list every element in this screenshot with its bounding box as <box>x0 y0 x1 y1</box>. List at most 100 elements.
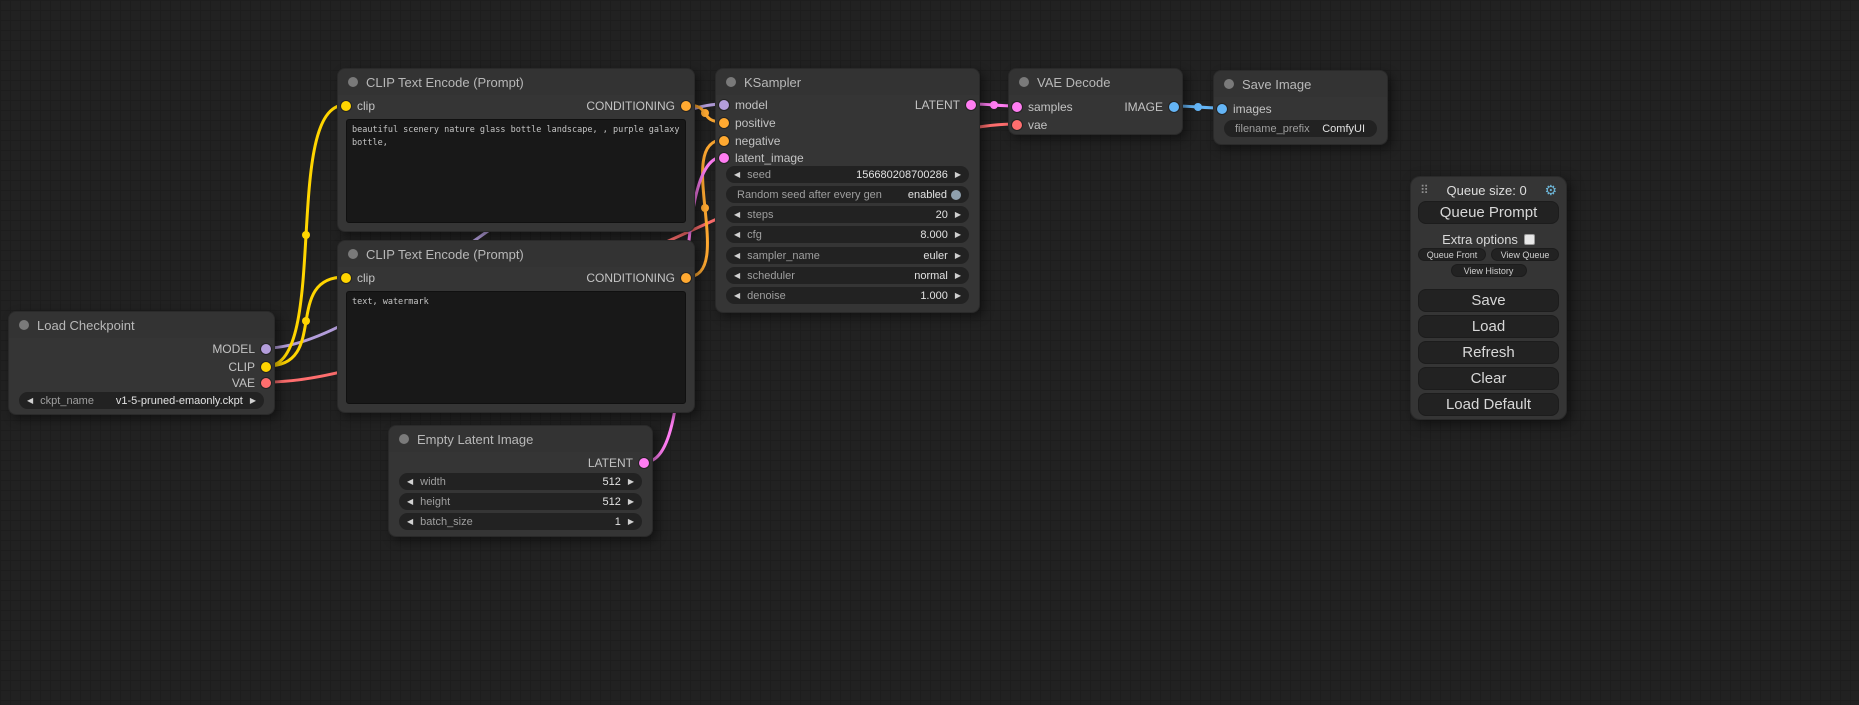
extra-options-label: Extra options <box>1442 232 1518 247</box>
collapse-dot-icon[interactable] <box>19 320 29 330</box>
decrement-arrow-icon[interactable]: ◀ <box>734 166 740 183</box>
widget-label: denoise <box>747 290 786 302</box>
decrement-arrow-icon[interactable]: ◀ <box>734 226 740 243</box>
node-title-bar[interactable]: Load Checkpoint <box>9 312 274 338</box>
view-history-button[interactable]: View History <box>1451 264 1527 277</box>
node-title-bar[interactable]: CLIP Text Encode (Prompt) <box>338 69 694 95</box>
latent-output-dot[interactable] <box>966 100 976 110</box>
positive-prompt-textarea[interactable]: beautiful scenery nature glass bottle la… <box>346 119 686 223</box>
decrement-arrow-icon[interactable]: ◀ <box>734 287 740 304</box>
decrement-arrow-icon[interactable]: ◀ <box>734 206 740 223</box>
decrement-arrow-icon[interactable]: ◀ <box>407 473 413 490</box>
latent-image-input-dot[interactable] <box>719 153 729 163</box>
node-empty-latent-image[interactable]: Empty Latent Image LATENT ◀ width 512 ▶ … <box>388 425 653 537</box>
latent-output-dot[interactable] <box>639 458 649 468</box>
widget-label: cfg <box>747 229 762 241</box>
collapse-dot-icon[interactable] <box>1019 77 1029 87</box>
queue-prompt-button[interactable]: Queue Prompt <box>1418 201 1559 224</box>
increment-arrow-icon[interactable]: ▶ <box>628 493 634 510</box>
scheduler-widget[interactable]: ◀ scheduler normal ▶ <box>726 267 969 284</box>
height-widget[interactable]: ◀ height 512 ▶ <box>399 493 642 510</box>
wire-clip-to-positive-prompt <box>267 105 345 366</box>
node-title-bar[interactable]: KSampler <box>716 69 979 95</box>
images-input-dot[interactable] <box>1217 104 1227 114</box>
increment-arrow-icon[interactable]: ▶ <box>955 226 961 243</box>
image-output-dot[interactable] <box>1169 102 1179 112</box>
random-seed-toggle-widget[interactable]: Random seed after every gen enabled <box>726 186 969 203</box>
load-button[interactable]: Load <box>1418 315 1559 338</box>
refresh-button[interactable]: Refresh <box>1418 341 1559 364</box>
increment-arrow-icon[interactable]: ▶ <box>628 473 634 490</box>
node-title-bar[interactable]: Save Image <box>1214 71 1387 97</box>
extra-options-checkbox[interactable] <box>1524 234 1535 245</box>
collapse-dot-icon[interactable] <box>348 249 358 259</box>
next-value-arrow-icon[interactable]: ▶ <box>955 267 961 284</box>
collapse-dot-icon[interactable] <box>399 434 409 444</box>
conditioning-output-dot[interactable] <box>681 273 691 283</box>
node-title: Load Checkpoint <box>37 318 135 333</box>
node-save-image[interactable]: Save Image images filename_prefix ComfyU… <box>1213 70 1388 145</box>
widget-label: seed <box>747 169 771 181</box>
positive-input-dot[interactable] <box>719 118 729 128</box>
model-output-dot[interactable] <box>261 344 271 354</box>
collapse-dot-icon[interactable] <box>1224 79 1234 89</box>
prev-value-arrow-icon[interactable]: ◀ <box>734 247 740 264</box>
slot-label-image: IMAGE <box>1124 100 1163 114</box>
view-queue-button[interactable]: View Queue <box>1491 248 1559 261</box>
batch-size-widget[interactable]: ◀ batch_size 1 ▶ <box>399 513 642 530</box>
vae-input-dot[interactable] <box>1012 120 1022 130</box>
next-value-arrow-icon[interactable]: ▶ <box>955 247 961 264</box>
widget-value: 8.000 <box>920 229 948 241</box>
node-title-bar[interactable]: VAE Decode <box>1009 69 1182 95</box>
input-slot-negative: negative <box>716 132 979 150</box>
widget-label: height <box>420 496 450 508</box>
sampler-name-widget[interactable]: ◀ sampler_name euler ▶ <box>726 247 969 264</box>
negative-input-dot[interactable] <box>719 136 729 146</box>
steps-widget[interactable]: ◀ steps 20 ▶ <box>726 206 969 223</box>
vae-output-dot[interactable] <box>261 378 271 388</box>
increment-arrow-icon[interactable]: ▶ <box>955 287 961 304</box>
load-default-button[interactable]: Load Default <box>1418 393 1559 416</box>
node-title: Empty Latent Image <box>417 432 533 447</box>
denoise-widget[interactable]: ◀ denoise 1.000 ▶ <box>726 287 969 304</box>
collapse-dot-icon[interactable] <box>726 77 736 87</box>
node-clip-text-encode-negative[interactable]: CLIP Text Encode (Prompt) clip CONDITION… <box>337 240 695 413</box>
input-slot-vae: vae <box>1009 116 1182 134</box>
node-clip-text-encode-positive[interactable]: CLIP Text Encode (Prompt) clip CONDITION… <box>337 68 695 232</box>
cfg-widget[interactable]: ◀ cfg 8.000 ▶ <box>726 226 969 243</box>
negative-prompt-textarea[interactable]: text, watermark <box>346 291 686 404</box>
slot-label-latent: LATENT <box>915 98 960 112</box>
comfy-menu-panel[interactable]: ⠿ Queue size: 0 ⚙ Queue Prompt Extra opt… <box>1410 176 1567 420</box>
drag-handle-icon[interactable]: ⠿ <box>1420 183 1429 197</box>
clear-button[interactable]: Clear <box>1418 367 1559 390</box>
conditioning-output-dot[interactable] <box>681 101 691 111</box>
decrement-arrow-icon[interactable]: ◀ <box>407 513 413 530</box>
collapse-dot-icon[interactable] <box>348 77 358 87</box>
node-title-bar[interactable]: CLIP Text Encode (Prompt) <box>338 241 694 267</box>
ckpt-name-widget[interactable]: ◀ ckpt_name v1-5-pruned-emaonly.ckpt ▶ <box>19 392 264 409</box>
clip-output-dot[interactable] <box>261 362 271 372</box>
output-slot-conditioning: CONDITIONING <box>338 97 694 115</box>
increment-arrow-icon[interactable]: ▶ <box>955 166 961 183</box>
queue-front-button[interactable]: Queue Front <box>1418 248 1486 261</box>
next-value-arrow-icon[interactable]: ▶ <box>250 392 256 409</box>
decrement-arrow-icon[interactable]: ◀ <box>407 493 413 510</box>
slot-label-latent-image: latent_image <box>735 151 804 165</box>
node-vae-decode[interactable]: VAE Decode samples IMAGE vae <box>1008 68 1183 135</box>
increment-arrow-icon[interactable]: ▶ <box>955 206 961 223</box>
node-title-bar[interactable]: Empty Latent Image <box>389 426 652 452</box>
width-widget[interactable]: ◀ width 512 ▶ <box>399 473 642 490</box>
increment-arrow-icon[interactable]: ▶ <box>628 513 634 530</box>
node-load-checkpoint[interactable]: Load Checkpoint MODEL CLIP VAE ◀ ckpt_na… <box>8 311 275 415</box>
widget-value: 1.000 <box>920 290 948 302</box>
toggle-indicator-icon[interactable] <box>951 190 961 200</box>
settings-gear-icon[interactable]: ⚙ <box>1544 182 1557 199</box>
input-slot-images: images <box>1214 100 1387 118</box>
prev-value-arrow-icon[interactable]: ◀ <box>27 392 33 409</box>
save-button[interactable]: Save <box>1418 289 1559 312</box>
prev-value-arrow-icon[interactable]: ◀ <box>734 267 740 284</box>
node-ksampler[interactable]: KSampler model LATENT positive negative … <box>715 68 980 313</box>
node-graph-canvas[interactable]: Load Checkpoint MODEL CLIP VAE ◀ ckpt_na… <box>0 0 1859 705</box>
seed-widget[interactable]: ◀ seed 156680208700286 ▶ <box>726 166 969 183</box>
filename-prefix-widget[interactable]: filename_prefix ComfyUI <box>1224 120 1377 137</box>
